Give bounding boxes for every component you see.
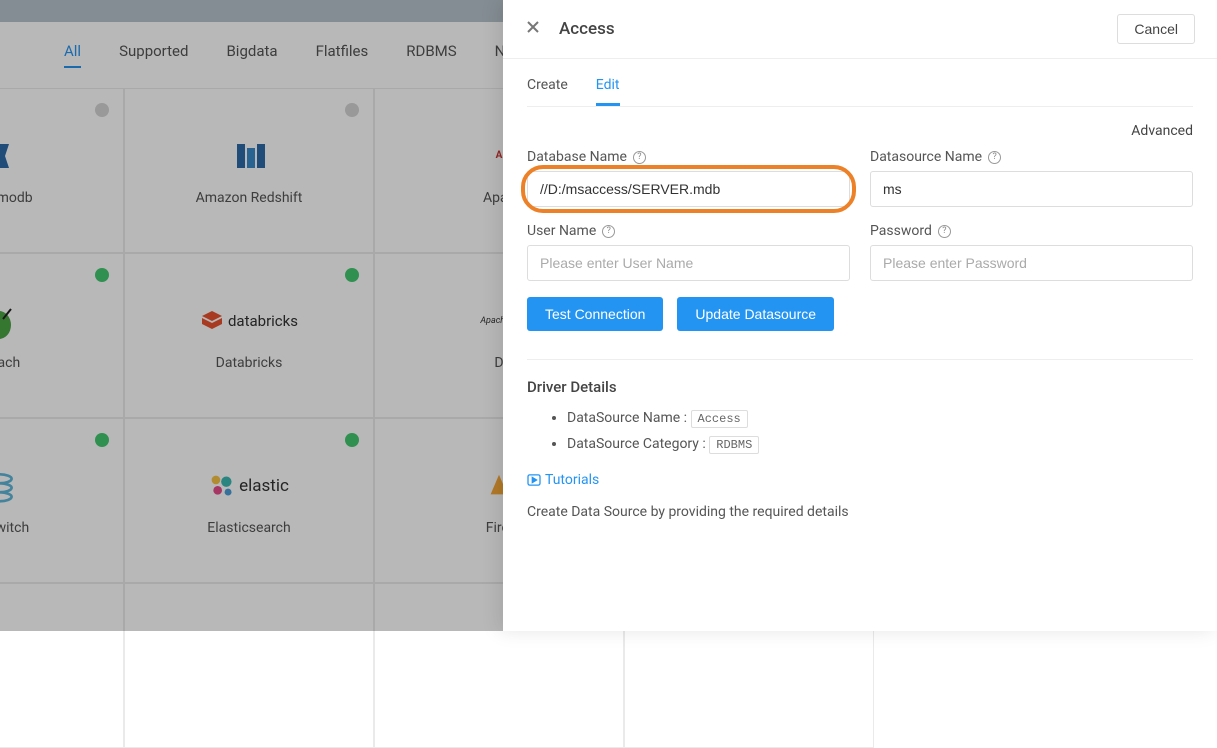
dbname-label: Database Name ? [527,149,850,165]
help-icon[interactable]: ? [633,151,646,164]
password-input[interactable] [870,245,1193,281]
dbname-highlight [527,171,850,207]
datasource-panel: Access Cancel Create Edit Advanced Datab… [503,0,1217,631]
username-label: User Name ? [527,223,850,239]
driver-name-tag: Access [691,410,748,428]
help-text: Create Data Source by providing the requ… [527,504,1193,520]
divider [527,359,1193,360]
help-icon[interactable]: ? [602,225,615,238]
username-input[interactable] [527,245,850,281]
subtab-edit[interactable]: Edit [596,77,620,106]
driver-heading: Driver Details [527,378,1193,396]
dsname-label: Datasource Name ? [870,149,1193,165]
driver-name-row: DataSource Name : Access [567,410,1193,428]
cancel-button[interactable]: Cancel [1117,14,1195,44]
help-icon[interactable]: ? [988,151,1001,164]
driver-category-tag: RDBMS [709,436,759,454]
dsname-input[interactable] [870,171,1193,207]
panel-subtabs: Create Edit [527,77,1193,107]
close-icon[interactable] [525,19,541,39]
help-icon[interactable]: ? [938,225,951,238]
driver-details: Driver Details DataSource Name : Access … [527,378,1193,454]
driver-category-row: DataSource Category : RDBMS [567,436,1193,454]
play-icon [527,474,541,486]
advanced-link[interactable]: Advanced [527,123,1193,139]
dbname-input[interactable] [527,171,850,207]
test-connection-button[interactable]: Test Connection [527,297,663,331]
panel-header: Access Cancel [503,0,1217,59]
tutorials-link[interactable]: Tutorials [527,472,1193,488]
password-label: Password ? [870,223,1193,239]
subtab-create[interactable]: Create [527,77,568,106]
update-datasource-button[interactable]: Update Datasource [677,297,834,331]
panel-title: Access [559,19,615,39]
